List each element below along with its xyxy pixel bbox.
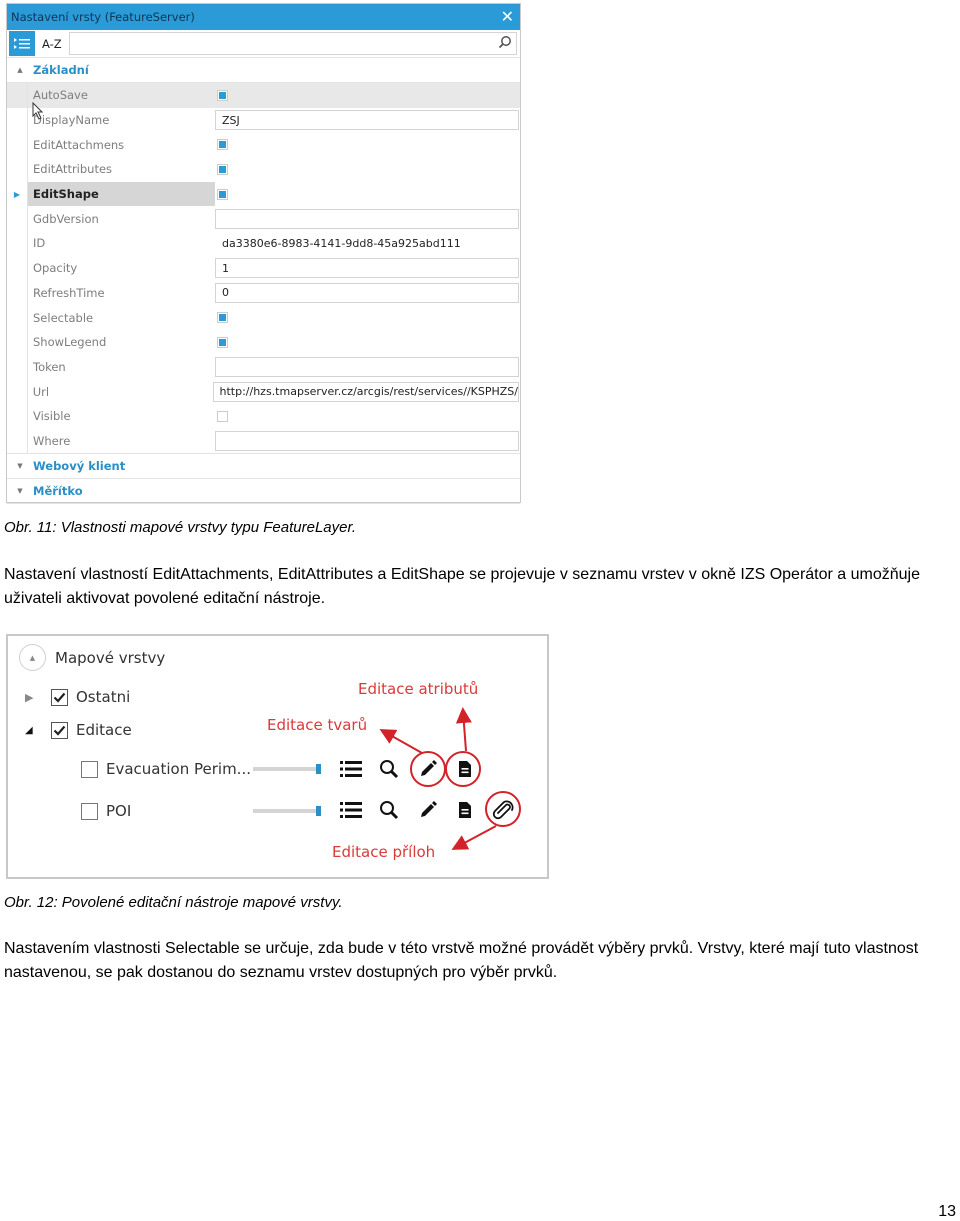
property-name: Token xyxy=(27,354,215,380)
property-row-autosave[interactable]: AutoSave xyxy=(7,83,520,108)
arrow-attachments xyxy=(451,825,497,850)
expand-triangle-icon[interactable]: ▼ xyxy=(15,462,25,470)
property-name: EditAttachmens xyxy=(27,132,215,158)
property-name: DisplayName xyxy=(27,107,215,133)
annotation-arrows xyxy=(379,707,497,850)
property-value xyxy=(215,83,520,108)
property-name: EditShape xyxy=(27,181,215,207)
property-text-input[interactable]: 0 xyxy=(215,282,519,303)
property-name: Where xyxy=(27,428,215,454)
property-list: AutoSave DisplayName ZSJ EditAttachmens Edit… xyxy=(7,83,520,454)
close-icon[interactable]: ✕ xyxy=(501,7,514,27)
annotation-edit-attachments: Editace příloh xyxy=(332,843,436,861)
arrow-shape xyxy=(379,729,423,754)
property-row-id[interactable]: ID da3380e6-8983-4141-9dd8-45a925abd111 xyxy=(7,231,520,256)
property-name: Opacity xyxy=(27,255,215,281)
group-header-basic[interactable]: ▲ Základní xyxy=(7,58,520,83)
property-value xyxy=(215,206,520,231)
property-checkbox[interactable] xyxy=(217,89,228,101)
property-search-input[interactable] xyxy=(68,32,517,55)
annotation-edit-shape: Editace tvarů xyxy=(267,716,368,734)
group-header-web-client[interactable]: ▼ Webový klient xyxy=(7,453,520,480)
categorized-list-icon xyxy=(14,37,30,49)
categorized-view-button[interactable] xyxy=(9,31,35,56)
paragraph-edit-properties: Nastavení vlastností EditAttachments, Ed… xyxy=(4,566,921,607)
property-name: ID xyxy=(27,231,215,256)
property-checkbox[interactable] xyxy=(217,410,228,422)
property-row-displayname[interactable]: DisplayName ZSJ xyxy=(7,107,520,133)
property-row-editattributes[interactable]: EditAttributes xyxy=(7,157,520,182)
property-row-gdbversion[interactable]: GdbVersion xyxy=(7,206,520,232)
property-value xyxy=(215,157,520,182)
property-text-input[interactable]: 1 xyxy=(215,258,519,279)
map-layers-panel: ▲ Mapové vrstvy ▶ Ostatni ◢ Editace Evac… xyxy=(6,634,549,879)
property-row-visible[interactable]: Visible xyxy=(7,403,520,429)
property-row-url[interactable]: Url http://hzs.tmapserver.cz/arcgis/rest/… xyxy=(7,379,520,404)
row-selector-icon: ▶ xyxy=(13,189,21,199)
property-text-input[interactable] xyxy=(215,430,519,451)
property-checkbox[interactable] xyxy=(217,163,228,175)
property-name: GdbVersion xyxy=(27,206,215,232)
property-row-editshape[interactable]: ▶ EditShape xyxy=(7,181,520,207)
property-value: ZSJ xyxy=(215,108,520,133)
property-name: RefreshTime xyxy=(27,280,215,306)
property-name: ShowLegend xyxy=(27,329,215,355)
group-label: Webový klient xyxy=(33,459,126,474)
layer-settings-window: Nastavení vrsty (FeatureServer) ✕ A-Z ▲ … xyxy=(6,3,521,505)
property-value xyxy=(215,330,520,355)
property-name: Selectable xyxy=(27,305,215,330)
property-name: AutoSave xyxy=(27,83,215,108)
property-value xyxy=(215,404,520,429)
property-value xyxy=(215,182,520,207)
property-value: http://hzs.tmapserver.cz/arcgis/rest/ser… xyxy=(212,379,520,404)
mouse-cursor-icon xyxy=(32,102,44,120)
group-label: Základní xyxy=(33,63,89,77)
property-value xyxy=(215,132,520,157)
figure-11-caption: Obr. 11: Vlastnosti mapové vrstvy typu F… xyxy=(4,519,357,536)
group-label: Měřítko xyxy=(33,484,83,499)
property-text-input[interactable]: ZSJ xyxy=(215,110,519,131)
paragraph-selectable: Nastavením vlastnosti Selectable se urču… xyxy=(4,940,919,981)
property-checkbox[interactable] xyxy=(217,336,228,348)
page-number: 13 xyxy=(938,1203,956,1220)
property-checkbox[interactable] xyxy=(217,312,228,324)
group-header-scale[interactable]: ▼ Měřítko xyxy=(7,479,520,505)
property-text-input[interactable] xyxy=(215,208,519,229)
property-readonly-value: da3380e6-8983-4141-9dd8-45a925abd111 xyxy=(222,236,461,250)
property-toolbar: A-Z xyxy=(7,30,520,58)
property-value xyxy=(215,429,520,454)
property-checkbox[interactable] xyxy=(217,139,228,151)
expand-triangle-icon[interactable]: ▼ xyxy=(15,487,25,495)
collapse-triangle-icon[interactable]: ▲ xyxy=(15,66,25,74)
window-title: Nastavení vrsty (FeatureServer) xyxy=(11,10,195,24)
property-name: Visible xyxy=(27,403,215,429)
property-name: Url xyxy=(26,379,213,404)
property-text-input[interactable]: http://hzs.tmapserver.cz/arcgis/rest/ser… xyxy=(212,381,519,402)
property-row-where[interactable]: Where xyxy=(7,428,520,454)
search-icon[interactable] xyxy=(498,35,512,49)
property-value xyxy=(215,305,520,330)
property-checkbox[interactable] xyxy=(217,188,228,200)
property-value: da3380e6-8983-4141-9dd8-45a925abd111 xyxy=(215,231,520,256)
property-name: EditAttributes xyxy=(27,157,215,182)
property-text-input[interactable] xyxy=(215,356,519,377)
window-title-bar: Nastavení vrsty (FeatureServer) ✕ xyxy=(7,4,520,30)
property-value: 1 xyxy=(215,256,520,281)
property-value xyxy=(215,355,520,380)
property-row-showlegend[interactable]: ShowLegend xyxy=(7,329,520,355)
annotation-edit-attributes: Editace atributů xyxy=(358,680,479,698)
figure-12-caption: Obr. 12: Povolené editační nástroje mapo… xyxy=(4,894,343,911)
property-row-token[interactable]: Token xyxy=(7,354,520,380)
property-value: 0 xyxy=(215,281,520,306)
property-row-opacity[interactable]: Opacity 1 xyxy=(7,255,520,281)
property-row-editattachmens[interactable]: EditAttachmens xyxy=(7,132,520,158)
sort-az-button[interactable]: A-Z xyxy=(35,37,69,51)
property-row-selectable[interactable]: Selectable xyxy=(7,305,520,330)
property-row-refreshtime[interactable]: RefreshTime 0 xyxy=(7,280,520,306)
arrow-attributes xyxy=(455,707,472,752)
